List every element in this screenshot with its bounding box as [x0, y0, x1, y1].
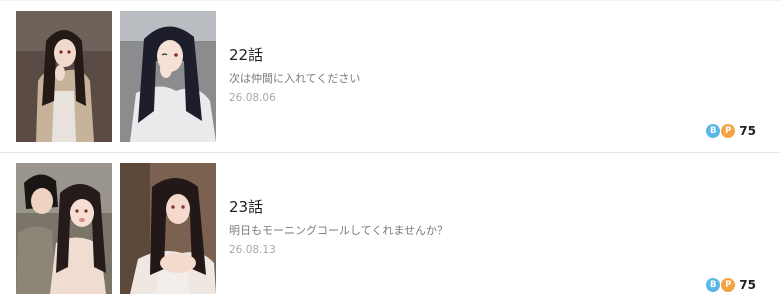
- episode-title: 22話: [229, 46, 264, 64]
- bonus-point-icon: B: [706, 278, 721, 292]
- price-value: 75: [739, 278, 756, 292]
- point-icon: P: [721, 278, 736, 292]
- episode-thumbnail[interactable]: [16, 11, 112, 142]
- episode-price: B P 75: [706, 124, 756, 138]
- episode-title: 23話: [229, 198, 264, 216]
- episode-thumbnail[interactable]: [16, 163, 112, 294]
- episode-description: 次は仲間に入れてください: [229, 72, 361, 85]
- episode-description: 明日もモーニングコールしてくれませんか？: [229, 224, 449, 237]
- price-value: 75: [739, 124, 756, 138]
- episode-price: B P 75: [706, 278, 756, 292]
- episode-info: 22話 次は仲間に入れてください 26.08.06: [229, 45, 360, 105]
- episode-row[interactable]: 23話 明日もモーニングコールしてくれませんか？ 26.08.13 B P 75: [0, 152, 780, 304]
- episode-date: 26.08.13: [229, 244, 276, 256]
- episode-thumbnail[interactable]: [120, 163, 216, 294]
- episode-row[interactable]: 22話 次は仲間に入れてください 26.08.06 B P 75: [0, 0, 780, 150]
- episode-list: 22話 次は仲間に入れてください 26.08.06 B P 75 23話 明日も…: [0, 0, 780, 304]
- episode-thumbnail[interactable]: [120, 11, 216, 142]
- point-icon: P: [721, 124, 736, 138]
- bonus-point-icon: B: [706, 124, 721, 138]
- episode-info: 23話 明日もモーニングコールしてくれませんか？ 26.08.13: [229, 197, 448, 257]
- episode-date: 26.08.06: [229, 92, 276, 104]
